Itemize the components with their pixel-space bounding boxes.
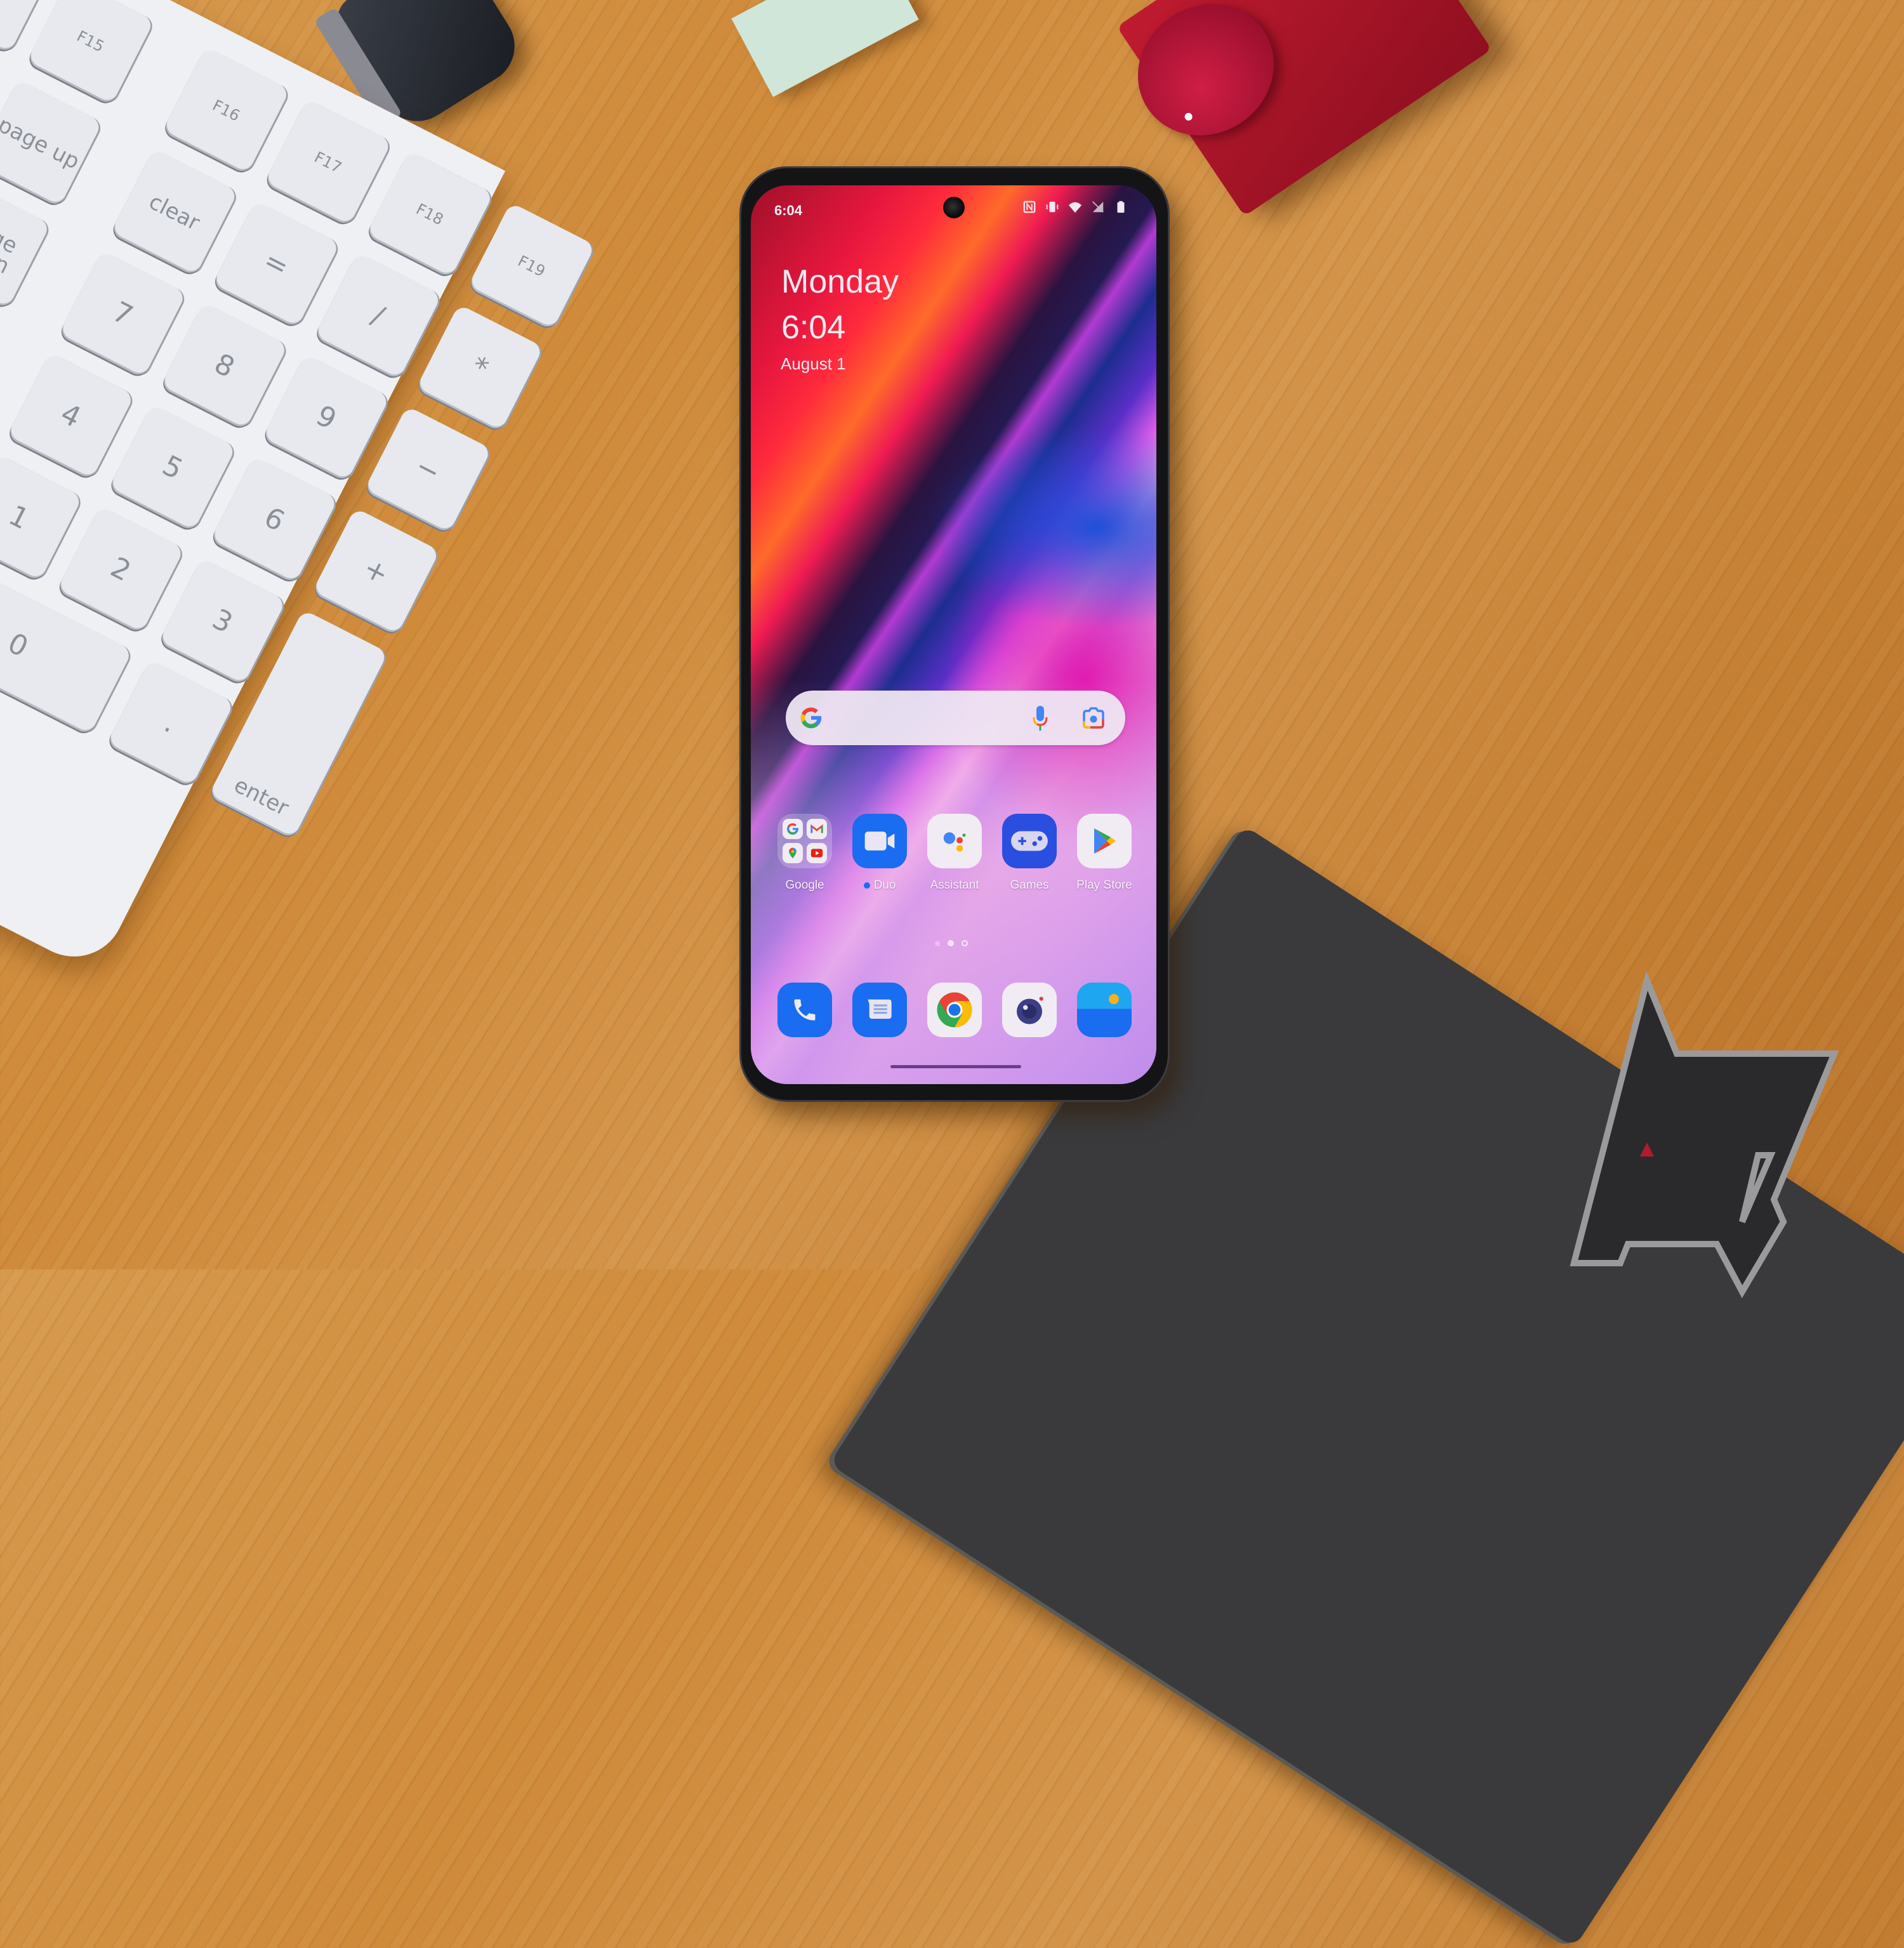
youtube-icon [807, 843, 827, 863]
phone-icon [777, 983, 832, 1037]
dock-chrome[interactable] [927, 983, 982, 1037]
vibrate-icon [1045, 199, 1059, 215]
new-app-badge [863, 882, 870, 889]
dock-messages[interactable] [852, 983, 907, 1037]
mint-sticky-notes [731, 0, 919, 97]
key-f18[interactable]: F18 [366, 150, 494, 279]
key-asterisk[interactable]: * [415, 303, 544, 432]
android-police-logo-icon [1570, 971, 1839, 1299]
mic-icon[interactable] [1032, 705, 1048, 732]
page-indicator[interactable]: ≡ [935, 939, 969, 948]
key-page-down[interactable]: page down [0, 181, 51, 309]
assistant-icon [927, 814, 982, 868]
maps-icon [783, 843, 803, 863]
dock-phone[interactable] [777, 983, 832, 1037]
nfc-icon [1022, 199, 1036, 215]
battery-icon [1114, 199, 1128, 215]
clock-day: Monday [781, 263, 899, 300]
app-play-store[interactable]: Play Store [1076, 814, 1132, 892]
status-icons [1022, 199, 1128, 215]
page-list-icon[interactable]: ≡ [935, 939, 940, 948]
clock-time: 6:04 [781, 309, 846, 346]
status-bar-time: 6:04 [774, 202, 803, 218]
google-lens-icon[interactable] [1081, 706, 1106, 730]
phone-home-screen: 6:04 Monday 6:04 August 1 Google Duo Ass… [751, 185, 1156, 1084]
key-page-up[interactable]: page up [0, 79, 103, 208]
key-f17[interactable]: F17 [263, 98, 392, 227]
google-g-icon [800, 707, 822, 729]
key-9[interactable]: 9 [261, 354, 390, 482]
front-camera [943, 197, 965, 218]
dock-camera[interactable] [1002, 983, 1057, 1037]
app-label: Play Store [1076, 878, 1132, 892]
clock-date[interactable]: August 1 [781, 354, 846, 374]
key-5[interactable]: 5 [108, 404, 237, 532]
play-store-icon [1077, 814, 1132, 868]
app-assistant[interactable]: Assistant [927, 814, 982, 892]
key-6[interactable]: 6 [210, 455, 338, 584]
key-slash[interactable]: / [314, 252, 442, 380]
google-icon [783, 819, 803, 839]
key-3[interactable]: 3 [158, 557, 287, 686]
dock-gallery[interactable] [1077, 983, 1132, 1037]
key-f16[interactable]: F16 [162, 46, 291, 175]
page-dot[interactable] [962, 940, 969, 946]
key-minus[interactable]: − [364, 406, 492, 534]
smartphone: 6:04 Monday 6:04 August 1 Google Duo Ass… [741, 168, 1168, 1100]
app-label: Duo [873, 878, 896, 892]
key-equals[interactable]: = [212, 200, 340, 329]
no-sim-icon [1091, 199, 1105, 215]
key-f15[interactable]: F15 [26, 0, 155, 106]
wifi-icon [1068, 199, 1082, 215]
key-plus[interactable]: + [312, 507, 440, 636]
messages-icon [852, 983, 907, 1037]
key-4[interactable]: 4 [6, 352, 135, 480]
chrome-icon [927, 983, 982, 1037]
app-duo[interactable]: Duo [852, 814, 907, 892]
key-decimal[interactable]: . [106, 659, 235, 788]
gallery-icon [1077, 983, 1132, 1037]
key-2[interactable]: 2 [56, 505, 185, 634]
key-8[interactable]: 8 [160, 301, 289, 430]
games-icon [1002, 814, 1057, 868]
gesture-nav-bar[interactable] [890, 1065, 1021, 1068]
key-7[interactable]: 7 [58, 250, 187, 378]
google-search-widget[interactable] [786, 691, 1125, 745]
camera-icon [1002, 983, 1057, 1037]
app-label: Assistant [930, 878, 979, 892]
key-clear[interactable]: clear [110, 148, 239, 277]
app-label: Google [785, 878, 824, 892]
page-dot-active[interactable] [948, 940, 955, 946]
duo-icon [852, 814, 907, 868]
key-f19[interactable]: F19 [467, 202, 596, 331]
gmail-icon [807, 819, 827, 839]
google-folder-icon [777, 814, 832, 868]
app-label: Games [1010, 878, 1049, 892]
app-google-folder[interactable]: Google [777, 814, 832, 892]
app-games[interactable]: Games [1002, 814, 1057, 892]
